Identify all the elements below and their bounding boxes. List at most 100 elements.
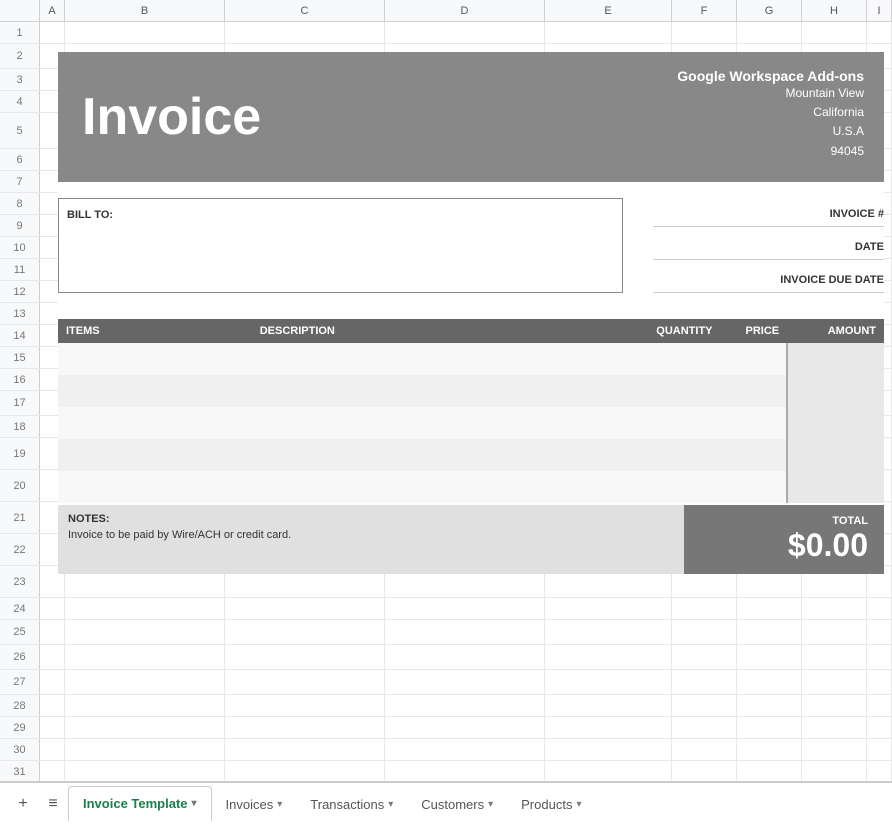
- cell[interactable]: [867, 259, 892, 280]
- cell[interactable]: [672, 91, 737, 112]
- cell[interactable]: [802, 44, 867, 68]
- cell[interactable]: [225, 113, 385, 148]
- cell[interactable]: [65, 502, 225, 533]
- cell[interactable]: [802, 438, 867, 469]
- cell[interactable]: [545, 739, 672, 760]
- cell[interactable]: [40, 438, 65, 469]
- cell[interactable]: [672, 470, 737, 501]
- cell[interactable]: [40, 502, 65, 533]
- cell[interactable]: [225, 739, 385, 760]
- cell[interactable]: [40, 761, 65, 781]
- cell[interactable]: [867, 69, 892, 90]
- cell[interactable]: [385, 347, 545, 368]
- cell[interactable]: [385, 237, 545, 258]
- cell[interactable]: [802, 502, 867, 533]
- cell[interactable]: [867, 113, 892, 148]
- cell[interactable]: [672, 717, 737, 738]
- cell[interactable]: [65, 620, 225, 644]
- cell[interactable]: [737, 259, 802, 280]
- cell[interactable]: [737, 620, 802, 644]
- cell[interactable]: [545, 620, 672, 644]
- cell[interactable]: [867, 325, 892, 346]
- cell[interactable]: [40, 91, 65, 112]
- cell[interactable]: [867, 566, 892, 597]
- cell[interactable]: [867, 22, 892, 43]
- cell[interactable]: [867, 237, 892, 258]
- cell[interactable]: [802, 645, 867, 669]
- cell[interactable]: [40, 325, 65, 346]
- cell[interactable]: [867, 347, 892, 368]
- cell[interactable]: [802, 215, 867, 236]
- cell[interactable]: [65, 44, 225, 68]
- tab-invoice-template[interactable]: Invoice Template ▾: [68, 786, 212, 822]
- cell[interactable]: [40, 598, 65, 619]
- cell[interactable]: [225, 69, 385, 90]
- cell[interactable]: [737, 149, 802, 170]
- cell[interactable]: [802, 171, 867, 192]
- cell[interactable]: [65, 347, 225, 368]
- cell[interactable]: [802, 739, 867, 760]
- sheets-menu-button[interactable]: ≡: [38, 789, 68, 819]
- cell[interactable]: [225, 193, 385, 214]
- cell[interactable]: [545, 69, 672, 90]
- cell[interactable]: [867, 470, 892, 501]
- cell[interactable]: [545, 215, 672, 236]
- cell[interactable]: [802, 534, 867, 565]
- cell[interactable]: [225, 149, 385, 170]
- cell[interactable]: [867, 598, 892, 619]
- cell[interactable]: [40, 113, 65, 148]
- cell[interactable]: [385, 281, 545, 302]
- cell[interactable]: [385, 171, 545, 192]
- cell[interactable]: [385, 215, 545, 236]
- cell[interactable]: [802, 470, 867, 501]
- cell[interactable]: [867, 695, 892, 716]
- cell[interactable]: [40, 416, 65, 437]
- cell[interactable]: [802, 281, 867, 302]
- cell[interactable]: [40, 470, 65, 501]
- cell[interactable]: [737, 91, 802, 112]
- cell[interactable]: [672, 281, 737, 302]
- cell[interactable]: [225, 325, 385, 346]
- cell[interactable]: [672, 347, 737, 368]
- cell[interactable]: [867, 281, 892, 302]
- cell[interactable]: [40, 281, 65, 302]
- cell[interactable]: [40, 534, 65, 565]
- cell[interactable]: [65, 69, 225, 90]
- cell[interactable]: [65, 739, 225, 760]
- cell[interactable]: [737, 438, 802, 469]
- cell[interactable]: [385, 739, 545, 760]
- cell[interactable]: [672, 598, 737, 619]
- cell[interactable]: [65, 717, 225, 738]
- cell[interactable]: [385, 717, 545, 738]
- cell[interactable]: [867, 215, 892, 236]
- cell[interactable]: [672, 566, 737, 597]
- cell[interactable]: [737, 695, 802, 716]
- cell[interactable]: [65, 695, 225, 716]
- cell[interactable]: [225, 369, 385, 390]
- cell[interactable]: [737, 598, 802, 619]
- cell[interactable]: [225, 391, 385, 415]
- cell[interactable]: [545, 347, 672, 368]
- cell[interactable]: [385, 303, 545, 324]
- cell[interactable]: [225, 470, 385, 501]
- cell[interactable]: [385, 438, 545, 469]
- cell[interactable]: [545, 237, 672, 258]
- cell[interactable]: [40, 695, 65, 716]
- cell[interactable]: [40, 215, 65, 236]
- cell[interactable]: [40, 44, 65, 68]
- cell[interactable]: [867, 717, 892, 738]
- cell[interactable]: [385, 325, 545, 346]
- add-sheet-button[interactable]: +: [8, 789, 38, 819]
- cell[interactable]: [225, 44, 385, 68]
- cell[interactable]: [802, 149, 867, 170]
- tab-customers[interactable]: Customers ▾: [407, 786, 507, 822]
- cell[interactable]: [737, 470, 802, 501]
- cell[interactable]: [65, 171, 225, 192]
- cell[interactable]: [672, 149, 737, 170]
- cell[interactable]: [737, 369, 802, 390]
- cell[interactable]: [225, 717, 385, 738]
- cell[interactable]: [802, 347, 867, 368]
- cell[interactable]: [672, 22, 737, 43]
- cell[interactable]: [737, 325, 802, 346]
- cell[interactable]: [672, 237, 737, 258]
